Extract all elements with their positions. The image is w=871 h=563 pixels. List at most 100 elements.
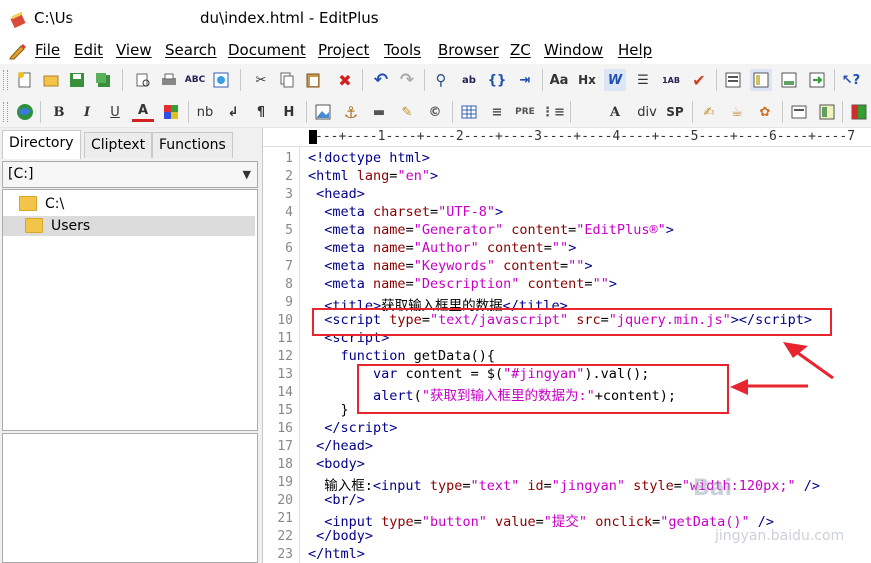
code-line-23: </html> bbox=[308, 546, 365, 562]
bold-button[interactable]: B bbox=[48, 101, 70, 123]
delete-icon[interactable]: ✖ bbox=[334, 69, 356, 91]
font-size-icon[interactable]: Aa bbox=[548, 69, 570, 91]
menu-view[interactable]: View bbox=[116, 41, 152, 59]
menu-zc[interactable]: ZC bbox=[510, 41, 531, 59]
menu-file[interactable]: File bbox=[35, 41, 60, 59]
menu-project[interactable]: Project bbox=[318, 41, 369, 59]
div-button[interactable]: div bbox=[636, 101, 658, 123]
italic-button[interactable]: I bbox=[76, 101, 98, 123]
frame-icon[interactable] bbox=[816, 101, 838, 123]
cut-icon[interactable]: ✂ bbox=[250, 69, 272, 91]
color-palette-icon[interactable] bbox=[160, 101, 182, 123]
code-line-17: </head> bbox=[316, 438, 374, 454]
editplus-app-icon bbox=[10, 11, 26, 28]
browser-preview-icon[interactable] bbox=[210, 69, 232, 91]
tree-item-c-drive[interactable]: C:\ bbox=[19, 194, 64, 214]
code-line-18: <body> bbox=[316, 456, 365, 472]
globe-icon[interactable] bbox=[14, 101, 36, 123]
toolbar-grip-2[interactable] bbox=[3, 102, 8, 122]
new-file-icon[interactable] bbox=[14, 69, 36, 91]
column-select-icon[interactable]: ☰ bbox=[632, 69, 654, 91]
tab-directory[interactable]: Directory bbox=[2, 130, 81, 159]
save-all-icon[interactable] bbox=[92, 69, 114, 91]
drive-select[interactable]: [C:] ▼ bbox=[2, 161, 258, 188]
line-number: 21 bbox=[277, 511, 293, 526]
print-icon[interactable] bbox=[158, 69, 180, 91]
check-icon[interactable]: ✔ bbox=[688, 69, 710, 91]
directory-window-icon[interactable] bbox=[750, 69, 772, 91]
line-number: 15 bbox=[277, 403, 293, 418]
spellcheck-icon[interactable]: ABC bbox=[184, 69, 206, 91]
pre-button[interactable]: PRE bbox=[514, 101, 536, 123]
code-line-16: </script> bbox=[324, 420, 398, 436]
plugins-icon[interactable]: ✿ bbox=[754, 101, 776, 123]
menu-window[interactable]: Window bbox=[544, 41, 603, 59]
file-list-panel[interactable] bbox=[2, 433, 258, 563]
list-icon[interactable]: ≡ bbox=[486, 101, 508, 123]
menu-help[interactable]: Help bbox=[618, 41, 652, 59]
redo-icon[interactable]: ↷ bbox=[396, 69, 418, 91]
menu-browser[interactable]: Browser bbox=[438, 41, 499, 59]
find-icon[interactable]: ⚲ bbox=[430, 69, 452, 91]
tab-functions[interactable]: Functions bbox=[152, 132, 233, 158]
save-icon[interactable] bbox=[66, 69, 88, 91]
image-icon[interactable] bbox=[312, 101, 334, 123]
line-number-icon[interactable]: 1AB bbox=[660, 69, 682, 91]
nbsp-button[interactable]: nb bbox=[194, 101, 216, 123]
menu-tools[interactable]: Tools bbox=[384, 41, 421, 59]
code-line-20: <br/> bbox=[324, 492, 365, 508]
pen-icon[interactable]: ✍ bbox=[698, 101, 720, 123]
tree-item-users[interactable]: Users bbox=[3, 216, 255, 236]
menu-edit[interactable]: Edit bbox=[74, 41, 103, 59]
menu-bar: File Edit View Search Document Project T… bbox=[0, 38, 871, 64]
edit-tag-icon[interactable]: ✎ bbox=[396, 101, 418, 123]
replace-icon[interactable]: ab bbox=[458, 69, 480, 91]
horizontal-rule-icon[interactable]: ▬ bbox=[368, 101, 390, 123]
table-icon[interactable] bbox=[458, 101, 480, 123]
paste-icon[interactable] bbox=[302, 69, 324, 91]
menu-search[interactable]: Search bbox=[165, 41, 217, 59]
code-line-15: } bbox=[340, 402, 349, 418]
hex-view-icon[interactable]: Hx bbox=[576, 69, 598, 91]
copy-icon[interactable] bbox=[276, 69, 298, 91]
column-ruler: ---+----1----+----2----+----3----+----4-… bbox=[263, 128, 871, 147]
chevron-down-icon[interactable]: ▼ bbox=[243, 162, 251, 187]
underline-button[interactable]: U bbox=[104, 101, 126, 123]
code-editor[interactable]: ---+----1----+----2----+----3----+----4-… bbox=[263, 128, 871, 563]
font-color-button[interactable]: A bbox=[132, 101, 154, 122]
code-line-8: <meta name="Description" content=""> bbox=[324, 276, 617, 292]
fullscreen-icon[interactable] bbox=[806, 69, 828, 91]
span-button[interactable]: SP bbox=[664, 101, 686, 123]
output-window-icon[interactable] bbox=[778, 69, 800, 91]
word-wrap-icon[interactable]: W bbox=[604, 69, 626, 91]
toggle-panel-icon[interactable] bbox=[848, 101, 870, 123]
font-tag-icon[interactable]: A bbox=[604, 101, 626, 123]
line-number: 22 bbox=[277, 529, 293, 544]
hr-button[interactable]: H bbox=[278, 101, 300, 123]
side-panel: Directory Cliptext Functions [C:] ▼ C:\ … bbox=[0, 128, 263, 563]
find-in-files-icon[interactable]: {} bbox=[486, 69, 508, 91]
ordered-list-icon[interactable]: ⋮≡ bbox=[541, 101, 565, 123]
help-icon[interactable]: ↖? bbox=[840, 69, 862, 91]
anchor-icon[interactable]: ⚓ bbox=[340, 101, 362, 123]
paragraph-button[interactable]: ¶ bbox=[250, 101, 272, 123]
line-number: 9 bbox=[285, 295, 293, 310]
open-folder-icon[interactable] bbox=[40, 69, 62, 91]
line-number: 23 bbox=[277, 547, 293, 562]
print-preview-icon[interactable] bbox=[132, 69, 154, 91]
line-number: 7 bbox=[285, 259, 293, 274]
tab-cliptext[interactable]: Cliptext bbox=[84, 132, 153, 158]
folder-icon bbox=[25, 217, 43, 233]
cliptext-window-icon[interactable] bbox=[722, 69, 744, 91]
undo-icon[interactable]: ↶ bbox=[370, 69, 392, 91]
toolbar-grip[interactable] bbox=[3, 70, 8, 90]
coffee-icon[interactable]: ☕ bbox=[726, 101, 748, 123]
menu-document[interactable]: Document bbox=[228, 41, 306, 59]
form-icon[interactable] bbox=[788, 101, 810, 123]
ruler-scale: ---+----1----+----2----+----3----+----4-… bbox=[315, 129, 856, 144]
br-button[interactable]: ↲ bbox=[222, 101, 244, 123]
copyright-icon[interactable]: © bbox=[424, 101, 446, 123]
goto-line-icon[interactable]: ⇥ bbox=[514, 69, 536, 91]
line-number: 8 bbox=[285, 277, 293, 292]
line-number: 5 bbox=[285, 223, 293, 238]
